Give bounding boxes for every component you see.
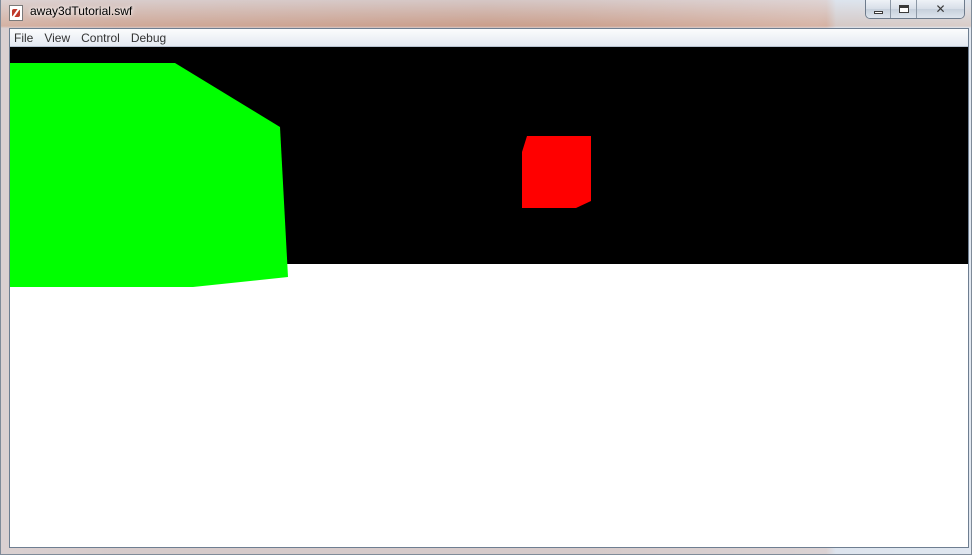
flash-stage[interactable] bbox=[10, 47, 968, 547]
menu-view[interactable]: View bbox=[40, 30, 77, 46]
menu-bar: File View Control Debug bbox=[10, 29, 968, 47]
caption-buttons: ✕ bbox=[865, 0, 965, 19]
minimize-button[interactable] bbox=[866, 0, 892, 18]
app-window: away3dTutorial.swf ✕ File View Control D… bbox=[0, 0, 972, 555]
title-bar[interactable]: away3dTutorial.swf bbox=[1, 0, 972, 27]
client-area: File View Control Debug bbox=[9, 28, 969, 548]
scene-canvas bbox=[10, 47, 968, 547]
window-title: away3dTutorial.swf bbox=[30, 4, 133, 18]
maximize-icon bbox=[898, 5, 909, 13]
menu-file[interactable]: File bbox=[10, 30, 40, 46]
maximize-button[interactable] bbox=[891, 0, 917, 18]
close-button[interactable]: ✕ bbox=[916, 0, 964, 18]
minimize-icon bbox=[873, 10, 883, 14]
menu-control[interactable]: Control bbox=[77, 30, 127, 46]
red-cube bbox=[522, 136, 591, 208]
scene-floor bbox=[10, 264, 968, 547]
menu-debug[interactable]: Debug bbox=[127, 30, 173, 46]
close-icon: ✕ bbox=[935, 2, 946, 16]
flash-player-icon bbox=[9, 5, 23, 21]
